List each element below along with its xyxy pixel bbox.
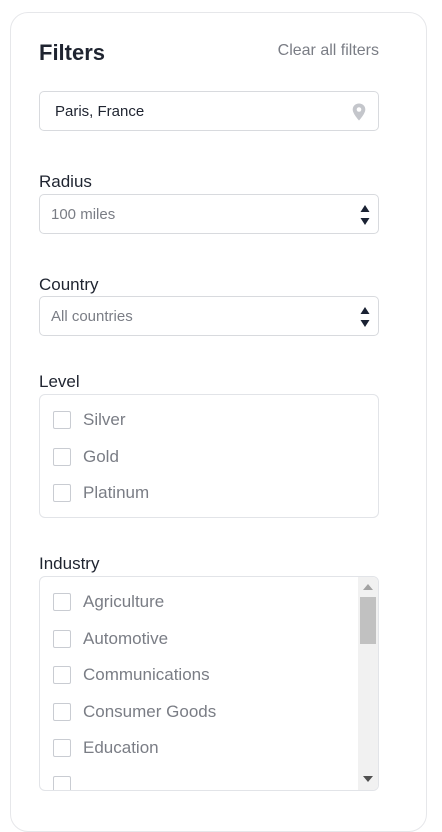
map-pin-icon[interactable] (351, 103, 367, 121)
checkbox[interactable] (53, 776, 71, 790)
option-label: Silver (83, 410, 126, 429)
level-options-list: Silver Gold Platinum (39, 394, 379, 518)
location-value: Paris, France (55, 103, 145, 120)
checkbox[interactable] (53, 630, 71, 648)
clear-all-filters-link[interactable]: Clear all filters (278, 42, 379, 60)
scroll-down-arrow-icon[interactable] (363, 776, 373, 782)
checkbox[interactable] (53, 666, 71, 684)
radius-select[interactable]: 100 miles (39, 194, 379, 234)
country-selected-value: All countries (51, 308, 133, 325)
checkbox[interactable] (53, 411, 71, 429)
option-label: Automotive (83, 629, 169, 648)
scroll-up-arrow-icon[interactable] (363, 584, 373, 590)
level-label: Level (39, 372, 80, 391)
option-label: Consumer Goods (83, 702, 217, 721)
checkbox[interactable] (53, 484, 71, 502)
checkbox[interactable] (53, 448, 71, 466)
select-arrows-icon (360, 307, 370, 327)
location-input[interactable]: Paris, France (39, 91, 379, 131)
option-label: Platinum (83, 483, 150, 502)
option-label: Agriculture (83, 592, 165, 611)
filters-header: Filters Clear all filters (39, 38, 379, 68)
industry-label: Industry (39, 554, 100, 573)
option-label: Gold (83, 447, 119, 466)
scrollbar-thumb[interactable] (360, 597, 376, 644)
checkbox[interactable] (53, 703, 71, 721)
filters-title: Filters (39, 40, 106, 65)
country-select[interactable]: All countries (39, 296, 379, 336)
radius-label: Radius (39, 172, 92, 191)
option-label: Communications (83, 665, 210, 684)
option-label: Education (83, 738, 159, 757)
country-label: Country (39, 275, 99, 294)
checkbox[interactable] (53, 739, 71, 757)
radius-selected-value: 100 miles (51, 206, 116, 223)
industry-options-list: Agriculture Automotive Communications Co… (39, 576, 379, 791)
industry-scrollbar[interactable] (358, 577, 378, 790)
checkbox[interactable] (53, 593, 71, 611)
select-arrows-icon (360, 205, 370, 225)
